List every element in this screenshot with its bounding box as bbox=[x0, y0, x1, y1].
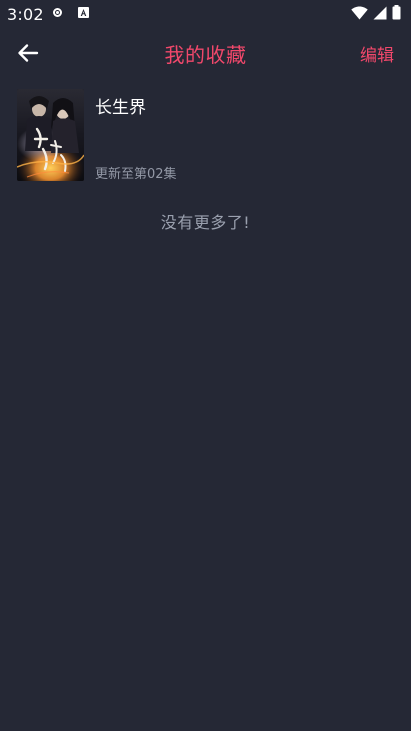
edit-button[interactable]: 编辑 bbox=[360, 41, 394, 66]
series-title: 长生界 bbox=[95, 98, 146, 118]
status-time: 3:02 bbox=[7, 5, 44, 24]
favorite-list-item[interactable]: 长生界 更新至第02集 bbox=[17, 89, 397, 182]
list-end-message: 没有更多了! bbox=[160, 213, 251, 232]
favorites-screen: 3:02 我的收藏 编辑 长生界 更新至第02集 没有更多了! bbox=[0, 0, 411, 731]
series-poster bbox=[17, 89, 84, 181]
battery-icon bbox=[392, 4, 401, 24]
status-right-icons bbox=[351, 4, 401, 24]
record-icon bbox=[53, 8, 62, 17]
wifi-icon bbox=[351, 5, 368, 24]
cell-signal-icon bbox=[373, 5, 387, 24]
app-bar: 我的收藏 编辑 bbox=[0, 28, 411, 78]
status-bar: 3:02 bbox=[0, 0, 411, 28]
series-update-status: 更新至第02集 bbox=[95, 167, 177, 182]
a-app-icon bbox=[78, 7, 89, 18]
page-title: 我的收藏 bbox=[164, 43, 247, 67]
